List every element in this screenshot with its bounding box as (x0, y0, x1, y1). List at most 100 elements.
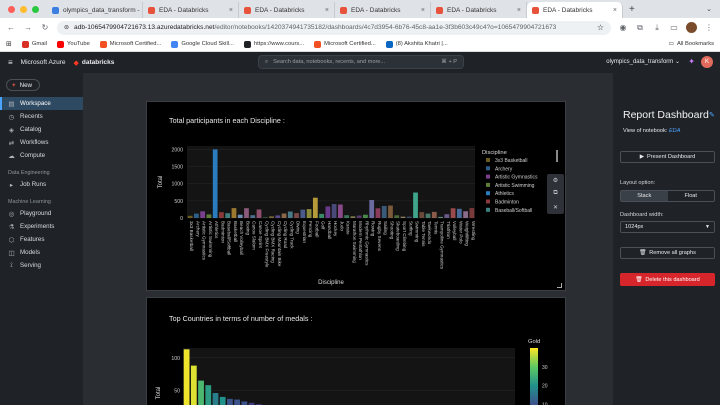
bookmark-item[interactable]: (8) Akshita Khatri |... (385, 40, 448, 48)
new-tab-button[interactable]: + (623, 4, 641, 18)
bookmark-item[interactable]: Gmail (21, 40, 47, 48)
x-tick-label: Trampoline Gymnastics (440, 221, 445, 270)
sidebar-item-label: Experiments (20, 223, 55, 230)
layout-float[interactable]: Float (668, 191, 715, 201)
tab-label: EDA - Databricks (447, 6, 497, 14)
close-icon[interactable]: ✕ (553, 204, 558, 211)
profile-avatar[interactable] (686, 22, 697, 33)
extensions-puzzle-icon[interactable]: ⧉ (635, 23, 645, 33)
tab-search-icon[interactable]: ⌄ (698, 5, 720, 18)
bookmark-label: (8) Akshita Khatri |... (395, 41, 448, 47)
new-button[interactable]: + New (6, 79, 40, 91)
bookmark-star-icon[interactable]: ☆ (597, 23, 604, 32)
user-avatar[interactable]: K (701, 56, 713, 68)
close-tab-icon[interactable]: × (229, 7, 233, 14)
sidebar-item-serving[interactable]: ⟟ Serving (0, 259, 83, 272)
extension-icon[interactable]: ◉ (618, 23, 628, 32)
sidebar-item-models[interactable]: ◫ Models (0, 246, 83, 259)
sidebar-item-compute[interactable]: ☁ Compute (0, 149, 83, 162)
chart-card-disciplines[interactable]: Total participants in each Discipline : … (146, 101, 566, 291)
x-tick-label: Artistic Gymnastics (202, 221, 207, 261)
x-tick-label: Swimming (415, 221, 420, 243)
delete-dashboard-button[interactable]: 🗑 Delete this dashboard (620, 273, 715, 286)
browser-menu-icon[interactable]: ⋮ (704, 23, 714, 32)
browser-tab[interactable]: EDA - Databricks × (335, 2, 431, 18)
hamburger-menu-icon[interactable]: ≡ (8, 58, 13, 67)
countries-bar-chart: 50100TotalGold102030 (156, 339, 548, 405)
site-info-icon[interactable]: ⊜ (64, 24, 69, 31)
x-tick-label: Badminton (220, 221, 225, 243)
address-bar[interactable]: ⊜ adb-1065479904721673.13.azuredatabrick… (57, 20, 611, 35)
minimize-window-icon[interactable] (20, 6, 27, 13)
sidebar-item-catalog[interactable]: ◈ Catalog (0, 123, 83, 136)
chart-card-countries[interactable]: Top Countries in terms of number of meda… (146, 297, 566, 405)
browser-tab[interactable]: EDA - Databricks × (239, 2, 335, 18)
bookmark-item[interactable]: YouTube (57, 40, 90, 48)
brand-azure[interactable]: Microsoft Azure (21, 59, 66, 66)
edit-pencil-icon[interactable]: ✎ (709, 111, 715, 119)
settings-icon[interactable]: ⚙ (553, 177, 558, 184)
browser-tab[interactable]: EDA - Databricks × (431, 2, 527, 18)
sidebar-item-experiments[interactable]: ⚗ Experiments (0, 220, 83, 233)
bookmark-label: https://www.cours... (253, 41, 305, 47)
bookmark-favicon-icon (314, 40, 322, 48)
open-icon[interactable]: ⧉ (553, 190, 557, 197)
brand-databricks[interactable]: databricks (82, 59, 115, 66)
browser-tab[interactable]: olympics_data_transform - ...× (47, 2, 143, 18)
all-bookmarks[interactable]: ▭ All Bookmarks (668, 41, 714, 47)
bar (187, 215, 193, 218)
bar (450, 208, 456, 218)
tab-favicon-icon (244, 6, 251, 14)
sidepanel-icon[interactable]: ▭ (669, 23, 679, 32)
notebook-link[interactable]: EDA (669, 128, 681, 134)
back-icon[interactable]: ← (6, 23, 16, 32)
bookmark-item[interactable]: Microsoft Certified... (314, 40, 376, 48)
close-tab-icon[interactable]: × (421, 7, 425, 14)
bar (227, 398, 233, 405)
resize-handle[interactable] (557, 283, 562, 288)
legend-swatch (486, 207, 490, 212)
browser-tab[interactable]: EDA - Databricks × (527, 2, 623, 18)
bookmark-item[interactable]: Microsoft Certified... (99, 40, 161, 48)
close-tab-icon[interactable]: × (517, 7, 521, 14)
close-tab-icon[interactable]: × (613, 7, 617, 14)
card-toolstrip: ⚙ ⧉ ✕ (547, 174, 564, 214)
sidebar-item-workflows[interactable]: ⇄ Workflows (0, 136, 83, 149)
assistant-sparkle-icon[interactable]: ✦ (688, 57, 695, 66)
x-tick-label: Skateboarding (396, 221, 401, 251)
bookmark-item[interactable]: Google Cloud Skill... (171, 40, 234, 48)
plus-icon: + (12, 81, 16, 89)
forward-icon[interactable]: → (23, 23, 33, 32)
sidebar-item-job-runs[interactable]: ▸ Job Runs (0, 178, 83, 191)
browser-tab[interactable]: EDA - Databricks × (143, 2, 239, 18)
zoom-window-icon[interactable] (32, 6, 39, 13)
remove-graphs-button[interactable]: 🗑 Remove all graphs (620, 247, 715, 259)
x-tick-label: Boxing (245, 221, 250, 235)
legend-entry: Artistic Gymnastics (495, 175, 538, 181)
browser-tab-bar: olympics_data_transform - ...× EDA - Data… (0, 0, 720, 18)
sidebar-item-features[interactable]: ⬡ Features (0, 233, 83, 246)
serving-icon: ⟟ (10, 261, 13, 269)
close-window-icon[interactable] (8, 6, 15, 13)
sidebar: + New ▤ Workspace ◷ Recents ◈ Catalog ⇄ Workflo… (0, 73, 83, 405)
global-search[interactable]: ⌕ Search data, notebooks, recents, and m… (258, 55, 464, 69)
catalog-icon: ◈ (9, 126, 14, 134)
close-tab-icon[interactable]: × (325, 7, 329, 14)
reload-icon[interactable]: ↻ (40, 23, 50, 32)
bar (463, 211, 468, 218)
layout-stack[interactable]: Stack (621, 191, 668, 201)
workspace-switcher[interactable]: olympics_data_transform ⌄ (606, 58, 680, 65)
sidebar-item-workspace[interactable]: ▤ Workspace (0, 97, 83, 110)
width-select[interactable]: 1024px ▼ (620, 221, 715, 233)
tab-favicon-icon (532, 6, 539, 14)
legend-title: Discipline (482, 150, 507, 156)
bookmark-favicon-icon (57, 40, 65, 48)
apps-grid-icon[interactable]: ⊞ (6, 40, 12, 48)
bookmark-favicon-icon (99, 40, 107, 48)
sidebar-item-playground[interactable]: ◎ Playground (0, 207, 83, 220)
bookmark-item[interactable]: https://www.cours... (243, 40, 305, 48)
sidebar-item-recents[interactable]: ◷ Recents (0, 110, 83, 123)
window-controls (0, 6, 47, 18)
present-dashboard-button[interactable]: ▶ Present Dashboard (620, 151, 715, 163)
download-icon[interactable]: ⤓ (652, 23, 662, 33)
